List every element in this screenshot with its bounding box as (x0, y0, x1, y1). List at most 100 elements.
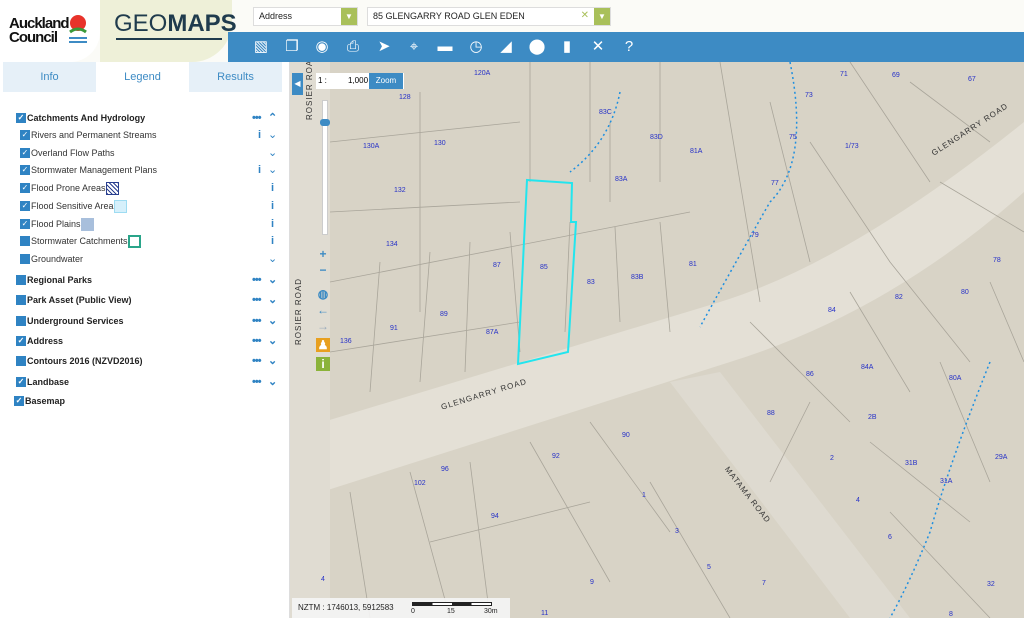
parcel-label: 6 (888, 534, 892, 541)
layer-checkbox[interactable]: ✓ (16, 377, 26, 387)
print-icon[interactable]: ⎙ (342, 37, 364, 57)
forward-arrow-icon[interactable]: → (316, 319, 330, 333)
camera-icon[interactable]: ◢ (495, 37, 517, 57)
globe-icon[interactable]: ◍ (316, 287, 330, 301)
parcel-label: 128 (399, 94, 411, 101)
layer-checkbox[interactable] (16, 316, 26, 326)
parcel-label: 82 (895, 294, 903, 301)
layer-checkbox[interactable]: ✓ (20, 148, 30, 158)
parcel-label: 67 (968, 76, 976, 83)
chevron-down-icon[interactable]: ▼ (341, 8, 357, 25)
layer-checkbox[interactable]: ✓ (14, 396, 24, 406)
chevron-down-icon[interactable]: ⌄ (268, 292, 277, 308)
view-icon[interactable]: ◉ (311, 37, 333, 57)
locate-icon[interactable]: ⌖ (403, 37, 425, 57)
info-icon[interactable]: i (258, 162, 261, 178)
layer-checkbox[interactable] (16, 295, 26, 305)
info-icon[interactable]: i (316, 357, 330, 371)
chevron-up-icon[interactable]: ⌃ (268, 110, 277, 126)
chevron-down-icon[interactable]: ⌄ (268, 127, 277, 143)
help-icon[interactable]: ? (618, 37, 640, 57)
search-input[interactable]: 85 GLENGARRY ROAD GLEN EDEN ✕ ▼ (367, 7, 611, 26)
chevron-down-icon[interactable]: ⌄ (268, 272, 277, 288)
chevron-down-icon[interactable]: ⌄ (268, 145, 277, 161)
info-icon[interactable]: i (271, 216, 274, 232)
chevron-down-icon[interactable]: ⌄ (268, 333, 277, 349)
zoom-button[interactable]: Zoom (369, 73, 403, 89)
more-options-icon[interactable]: ••• (252, 272, 261, 288)
layer-label: Address (27, 333, 63, 349)
parcel-label: 83D (650, 134, 663, 141)
layer-checkbox[interactable]: ✓ (20, 165, 30, 175)
legend-row: Underground Services ••• ⌄ (0, 313, 290, 329)
tools-icon[interactable]: ✕ (587, 37, 609, 57)
collapse-panel-button[interactable]: ◀ (292, 73, 303, 95)
tab-results[interactable]: Results (189, 62, 282, 92)
parcel-label: 3 (675, 528, 679, 535)
layer-checkbox[interactable]: ✓ (20, 130, 30, 140)
more-options-icon[interactable]: ••• (252, 313, 261, 329)
layer-checkbox[interactable] (20, 236, 30, 246)
more-options-icon[interactable]: ••• (252, 333, 261, 349)
layer-name: Flood Prone Areas (31, 183, 106, 193)
chevron-down-icon[interactable]: ▼ (594, 8, 610, 25)
zoom-in-button[interactable]: + (316, 247, 330, 261)
legend-row: ✓Landbase ••• ⌄ (0, 374, 290, 390)
street-view-icon[interactable]: ♟ (316, 338, 330, 352)
layer-name: Landbase (27, 377, 69, 387)
title-bold: MAPS (167, 10, 236, 37)
bookmark-icon[interactable]: ▮ (556, 37, 578, 57)
tab-legend[interactable]: Legend (96, 62, 189, 92)
chevron-down-icon[interactable]: ⌄ (268, 313, 277, 329)
layer-checkbox[interactable]: ✓ (20, 201, 30, 211)
more-options-icon[interactable]: ••• (252, 374, 261, 390)
more-options-icon[interactable]: ••• (252, 110, 261, 126)
more-options-icon[interactable]: ••• (252, 353, 261, 369)
chevron-down-icon[interactable]: ⌄ (268, 251, 277, 267)
layer-checkbox[interactable]: ✓ (20, 183, 30, 193)
basemap-icon[interactable]: ▧ (250, 37, 272, 57)
chevron-down-icon[interactable]: ⌄ (268, 374, 277, 390)
layer-checkbox[interactable]: ✓ (16, 113, 26, 123)
zoom-out-button[interactable]: − (316, 263, 330, 277)
parcel-label: 92 (552, 453, 560, 460)
search-type-select[interactable]: Address ▼ (253, 7, 358, 26)
parcel-label: 78 (993, 257, 1001, 264)
parcel-label: 4 (856, 497, 860, 504)
history-icon[interactable]: ◷ (465, 37, 487, 57)
clear-icon[interactable]: ✕ (581, 10, 589, 21)
info-icon[interactable]: i (258, 127, 261, 143)
parcel-label: 80 (961, 289, 969, 296)
info-icon[interactable]: i (271, 233, 274, 249)
info-icon[interactable]: i (271, 198, 274, 214)
layers-icon[interactable]: ❐ (281, 37, 303, 57)
layer-checkbox[interactable] (16, 356, 26, 366)
select-icon[interactable]: ➤ (373, 37, 395, 57)
auckland-council-logo[interactable]: Auckland Council (0, 0, 100, 62)
parcel-label: 4 (321, 576, 325, 583)
map-view[interactable]: 120A12883C83D81A130A13083A13277757371696… (290, 62, 1024, 618)
back-arrow-icon[interactable]: ← (316, 303, 330, 317)
dp-pin-icon[interactable]: ⬤ (526, 37, 548, 57)
layer-checkbox[interactable]: ✓ (16, 336, 26, 346)
layer-name: Underground Services (27, 316, 124, 326)
layer-checkbox[interactable] (16, 275, 26, 285)
parcel-label: 81A (690, 148, 702, 155)
parcel-label: 1/73 (845, 143, 859, 150)
parcel-label: 94 (491, 513, 499, 520)
tab-info[interactable]: Info (3, 62, 96, 92)
layer-label: Flood Sensitive Area (31, 198, 127, 214)
parcel-label: 91 (390, 325, 398, 332)
parcel-label: 2 (830, 455, 834, 462)
info-icon[interactable]: i (271, 180, 274, 196)
layer-checkbox[interactable] (20, 254, 30, 264)
more-options-icon[interactable]: ••• (252, 292, 261, 308)
zoom-slider[interactable] (322, 100, 328, 235)
scale-bar (412, 602, 492, 606)
chevron-down-icon[interactable]: ⌄ (268, 162, 277, 178)
parcel-label: 77 (771, 180, 779, 187)
layer-checkbox[interactable]: ✓ (20, 219, 30, 229)
zoom-slider-handle[interactable] (320, 119, 330, 126)
chevron-down-icon[interactable]: ⌄ (268, 353, 277, 369)
measure-icon[interactable]: ▬ (434, 37, 456, 57)
